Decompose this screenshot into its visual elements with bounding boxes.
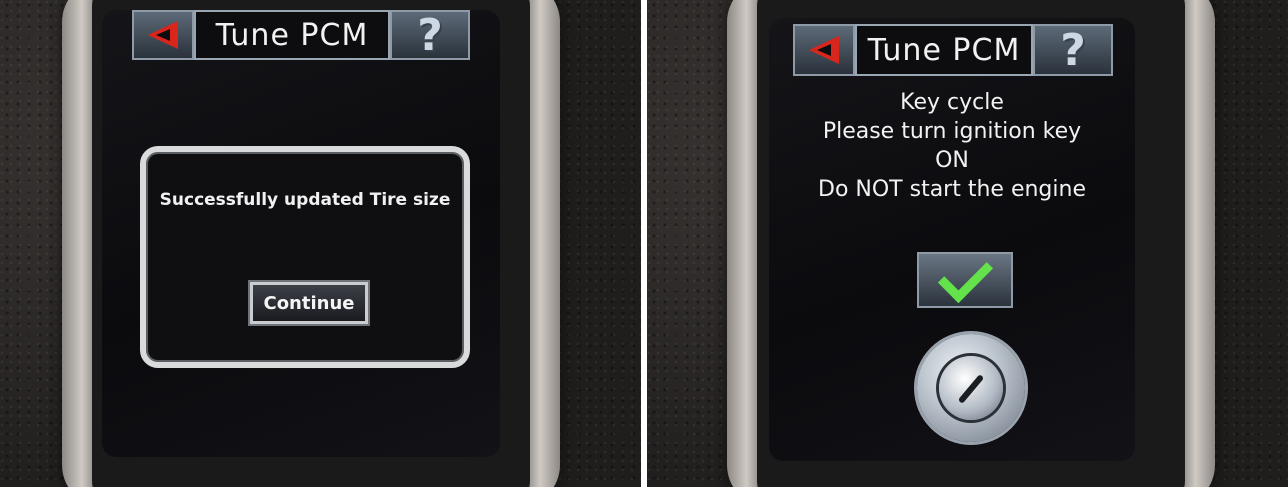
title-bar: Tune PCM ? [132,10,470,61]
photo-right: Tune PCM ? Key cycle Please turn ignitio… [647,0,1288,487]
ignition-key-cylinder [939,356,1003,420]
back-arrow-icon [148,21,178,49]
dialog-message: Successfully updated Tire size [159,190,451,210]
back-button[interactable] [793,24,855,76]
instruction-text: Key cycle Please turn ignition key ON Do… [769,88,1135,204]
help-button[interactable]: ? [390,10,470,61]
screen-title: Tune PCM [194,10,390,60]
screen-title: Tune PCM [855,24,1033,76]
photo-left: Tune PCM ? Successfully updated Tire siz… [0,0,641,487]
confirm-button[interactable] [917,247,1013,308]
instruction-line: Key cycle [900,90,1004,115]
key-slot [957,374,985,404]
question-mark-icon: ? [417,10,443,61]
back-arrow-icon [809,36,839,64]
ignition-key-icon [917,334,1025,442]
device-screen: Tune PCM ? Successfully updated Tire siz… [102,10,500,457]
instruction-line: ON [935,148,969,173]
continue-button[interactable]: Continue [250,282,368,324]
instruction-line: Do NOT start the engine [818,177,1086,202]
back-button[interactable] [132,10,194,60]
title-bar: Tune PCM ? [793,24,1113,76]
instruction-line: Please turn ignition key [822,119,1082,144]
help-button[interactable]: ? [1033,24,1113,76]
question-mark-icon: ? [1060,24,1086,76]
device-screen: Tune PCM ? Key cycle Please turn ignitio… [769,18,1135,461]
checkmark-icon [937,247,993,303]
success-dialog: Successfully updated Tire size Continue [140,146,470,368]
